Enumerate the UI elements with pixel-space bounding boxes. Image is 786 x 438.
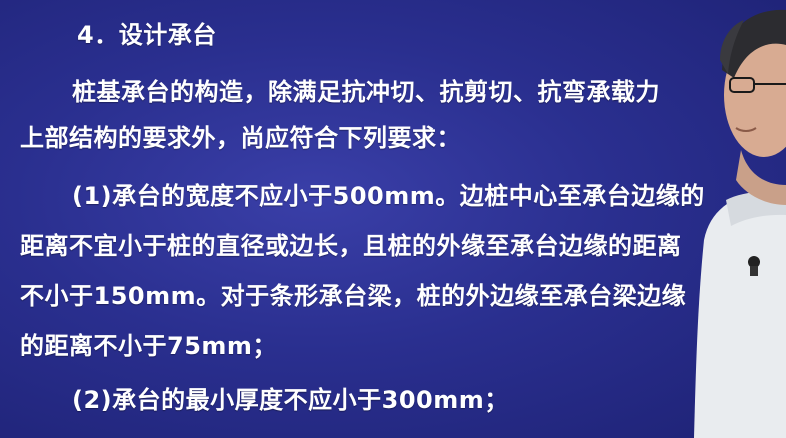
- paragraph-line-1: 桩基承台的构造，除满足抗冲切、抗剪切、抗弯承载力: [72, 78, 660, 106]
- requirement-1-line-3: 不小于150mm。对于条形承台梁，桩的外边缘至承台梁边缘: [20, 282, 687, 310]
- requirement-2-line-1: (2)承台的最小厚度不应小于300mm；: [72, 386, 509, 414]
- lecture-slide: 4．设计承台 桩基承台的构造，除满足抗冲切、抗剪切、抗弯承载力 上部结构的要求外…: [0, 0, 786, 438]
- requirement-1-line-4: 的距离不小于75mm；: [20, 332, 277, 360]
- slide-heading: 4．设计承台: [77, 21, 217, 49]
- paragraph-line-2: 上部结构的要求外，尚应符合下列要求：: [20, 124, 461, 152]
- requirement-1-line-2: 距离不宜小于桩的直径或边长，且桩的外缘至承台边缘的距离: [20, 232, 682, 260]
- presenter-figure-icon: [686, 0, 786, 438]
- requirement-1-line-1: (1)承台的宽度不应小于500mm。边桩中心至承台边缘的: [72, 182, 705, 210]
